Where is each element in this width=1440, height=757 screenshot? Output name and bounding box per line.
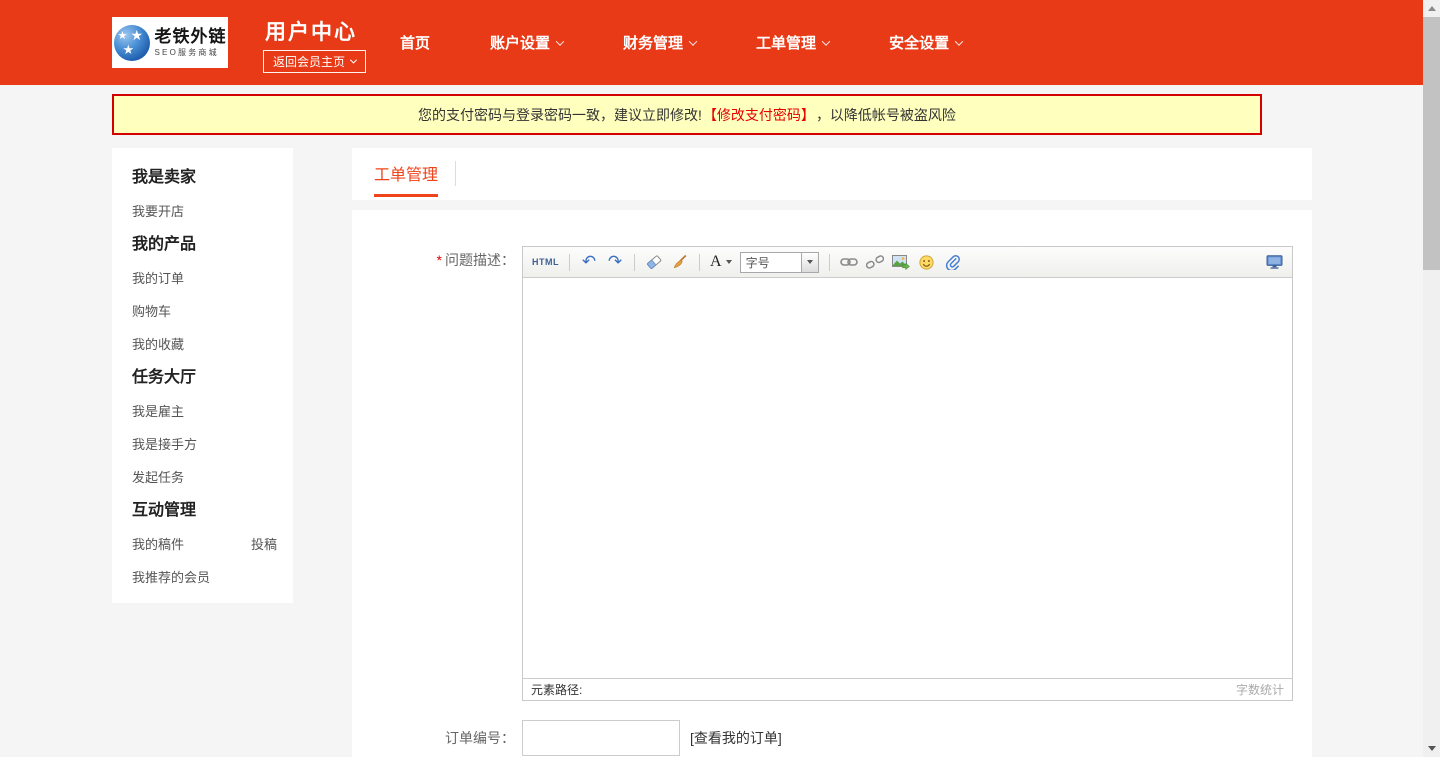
chevron-down-icon [807,260,813,264]
nav-item-account-settings[interactable]: 账户设置 [490,32,563,53]
unlink-icon [866,255,884,269]
rich-text-editor: HTML [522,246,1293,701]
font-size-dropdown-button[interactable] [801,253,818,272]
chevron-down-icon [955,37,963,45]
work-order-form: *问题描述： HTML [352,210,1312,757]
link-icon [840,256,858,268]
main-nav: 首页 账户设置 财务管理 工单管理 安全设置 [400,0,962,85]
nav-item-home[interactable]: 首页 [400,32,430,53]
sidebar-heading-products: 我的产品 [132,228,277,262]
eraser-icon [646,254,662,270]
page: 老铁外链 SEO服务商城 用户中心 返回会员主页 首页 账户设置 财务管理 工单… [0,0,1440,757]
logo-globe-icon [114,25,150,61]
undo-button[interactable] [580,251,598,273]
logo-subtitle: SEO服务商城 [155,47,227,58]
arrow-down-icon [1428,746,1436,751]
star-icon [123,43,135,56]
html-source-button[interactable]: HTML [532,251,559,273]
back-button-label: 返回会员主页 [273,53,345,70]
logo-title: 老铁外链 [155,27,227,47]
header: 老铁外链 SEO服务商城 用户中心 返回会员主页 首页 账户设置 财务管理 工单… [0,0,1423,85]
insert-emoji-button[interactable] [918,251,936,273]
arrow-up-icon [1428,6,1436,11]
insert-attachment-button[interactable] [944,251,962,273]
font-size-value: 字号 [741,253,801,272]
sidebar: 我是卖家 我要开店 我的产品 我的订单 购物车 我的收藏 任务大厅 我是雇主 我… [112,148,293,603]
insert-link-button[interactable] [840,251,858,273]
sidebar-item-employer[interactable]: 我是雇主 [132,395,277,428]
editor-content-area[interactable] [523,278,1292,678]
sidebar-heading-interaction: 互动管理 [132,494,277,528]
toolbar-separator [699,254,700,271]
star-icon [118,31,128,42]
element-path-label: 元素路径: [531,681,582,698]
editor-statusbar: 元素路径: 字数统计 [523,678,1292,699]
chevron-down-icon [689,37,697,45]
fullscreen-button[interactable] [1265,251,1283,273]
star-icon [131,28,144,42]
vertical-scrollbar[interactable] [1423,0,1440,757]
brush-icon [672,254,688,270]
remove-link-button[interactable] [866,251,884,273]
password-warning-banner: 您的支付密码与登录密码一致，建议立即修改!【修改支付密码】，以降低帐号被盗风险 [112,94,1262,135]
tab-divider [455,161,456,186]
sidebar-item-open-shop[interactable]: 我要开店 [132,195,277,228]
logo[interactable]: 老铁外链 SEO服务商城 [112,17,228,68]
sidebar-item-start-task[interactable]: 发起任务 [132,461,277,494]
sidebar-heading-seller: 我是卖家 [132,161,277,195]
font-color-button[interactable]: A [710,251,732,273]
order-number-input[interactable] [522,720,680,756]
order-number-label: 订单编号： [352,721,515,756]
warning-text: ，以降低帐号被盗风险 [816,105,956,125]
redo-icon [608,254,622,271]
image-icon [892,255,910,270]
editor-toolbar: HTML [523,247,1292,278]
required-mark: * [437,252,442,268]
sidebar-item-my-orders[interactable]: 我的订单 [132,262,277,295]
chevron-down-icon [350,57,357,64]
chevron-down-icon [726,260,732,264]
chevron-down-icon [822,37,830,45]
change-payment-password-link[interactable]: 【修改支付密码】 [703,105,815,125]
sidebar-item-my-drafts[interactable]: 我的稿件 投稿 [132,528,277,561]
problem-description-label: *问题描述： [352,250,515,270]
page-title: 用户中心 [265,16,357,46]
emoji-icon [919,255,934,270]
submit-draft-link[interactable]: 投稿 [251,528,277,561]
undo-icon [582,254,596,271]
tab-work-order[interactable]: 工单管理 [374,161,438,197]
toolbar-separator [569,254,570,271]
nav-item-security[interactable]: 安全设置 [889,32,962,53]
warning-text: 您的支付密码与登录密码一致，建议立即修改! [418,105,702,125]
toolbar-separator [634,254,635,271]
content-tabbar: 工单管理 [352,148,1312,200]
paperclip-icon [945,254,960,270]
scroll-up-button[interactable] [1423,0,1440,17]
font-color-icon: A [710,254,722,270]
insert-image-button[interactable] [892,251,910,273]
sidebar-heading-task-hall: 任务大厅 [132,361,277,395]
back-to-member-home-button[interactable]: 返回会员主页 [263,50,366,73]
redo-button[interactable] [606,251,624,273]
sidebar-item-taker[interactable]: 我是接手方 [132,428,277,461]
nav-item-finance[interactable]: 财务管理 [623,32,696,53]
sidebar-item-favorites[interactable]: 我的收藏 [132,328,277,361]
sidebar-item-cart[interactable]: 购物车 [132,295,277,328]
font-size-select[interactable]: 字号 [740,252,819,273]
scrollbar-thumb[interactable] [1423,17,1440,270]
sidebar-item-recommended-members[interactable]: 我推荐的会员 [132,561,277,594]
scroll-down-button[interactable] [1423,740,1440,757]
remove-format-button[interactable] [645,251,663,273]
word-count-label[interactable]: 字数统计 [1236,681,1284,698]
chevron-down-icon [556,37,564,45]
monitor-icon [1266,255,1283,270]
toolbar-separator [829,254,830,271]
nav-item-work-order[interactable]: 工单管理 [756,32,829,53]
format-brush-button[interactable] [671,251,689,273]
view-my-orders-link[interactable]: [查看我的订单] [690,720,782,756]
